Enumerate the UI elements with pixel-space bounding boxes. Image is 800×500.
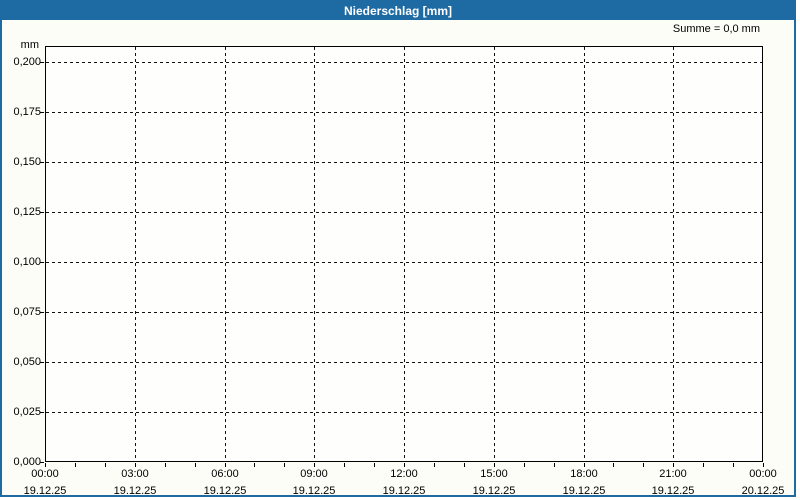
x-axis-tick (434, 463, 435, 467)
gridline-vertical (673, 47, 674, 461)
x-tick-date-label: 20.12.25 (741, 485, 785, 497)
gridline-vertical (225, 47, 226, 461)
x-axis-tick (673, 463, 674, 467)
x-tick-time-label: 21:00 (659, 468, 687, 480)
x-tick-time-label: 00:00 (749, 468, 777, 480)
y-tick-label: 0,200 (13, 56, 41, 68)
y-tick-label: 0,125 (13, 206, 41, 218)
y-tick-label: 0,150 (13, 156, 41, 168)
gridline-vertical (494, 47, 495, 461)
x-axis-tick (284, 463, 285, 467)
x-axis-tick (105, 463, 106, 467)
x-tick-time-label: 18:00 (570, 468, 598, 480)
y-tick-label: 0,175 (13, 106, 41, 118)
x-axis-tick (195, 463, 196, 467)
gridline-vertical (404, 47, 405, 461)
x-tick-date-label: 19.12.25 (651, 485, 695, 497)
x-tick-date-label: 19.12.25 (113, 485, 157, 497)
gridline-vertical (135, 47, 136, 461)
x-axis-tick (404, 463, 405, 467)
x-axis-tick (584, 463, 585, 467)
plot-area (45, 46, 763, 462)
x-axis-tick (494, 463, 495, 467)
x-axis-tick (254, 463, 255, 467)
x-axis-tick (374, 463, 375, 467)
x-axis-tick (613, 463, 614, 467)
window-titlebar: Niederschlag [mm] (2, 2, 794, 20)
x-tick-date-label: 19.12.25 (203, 485, 247, 497)
x-tick-time-label: 15:00 (480, 468, 508, 480)
x-tick-time-label: 12:00 (390, 468, 418, 480)
sum-annotation: Summe = 0,0 mm (672, 23, 760, 35)
x-axis-tick (554, 463, 555, 467)
x-axis-tick (225, 463, 226, 467)
x-axis-tick (344, 463, 345, 467)
chart-panel: Niederschlag [mm] Summe = 0,0 mm mm 0,20… (0, 0, 796, 497)
y-tick-label: 0,050 (13, 356, 41, 368)
x-tick-date-label: 19.12.25 (23, 485, 67, 497)
gridline-vertical (314, 47, 315, 461)
x-axis-tick (165, 463, 166, 467)
x-axis-tick (524, 463, 525, 467)
x-axis-tick (763, 463, 764, 467)
x-tick-date-label: 19.12.25 (472, 485, 516, 497)
x-tick-time-label: 09:00 (300, 468, 328, 480)
gridline-vertical (584, 47, 585, 461)
x-axis-tick (703, 463, 704, 467)
x-tick-time-label: 00:00 (31, 468, 59, 480)
x-axis-tick (643, 463, 644, 467)
x-axis-tick (733, 463, 734, 467)
x-axis-tick (464, 463, 465, 467)
x-axis-tick (75, 463, 76, 467)
x-tick-time-label: 06:00 (211, 468, 239, 480)
chart-title: Niederschlag [mm] (343, 4, 453, 18)
x-tick-date-label: 19.12.25 (382, 485, 426, 497)
x-tick-time-label: 03:00 (121, 468, 149, 480)
x-axis-tick (135, 463, 136, 467)
x-axis-tick (314, 463, 315, 467)
y-axis-unit-label: mm (20, 39, 39, 51)
x-tick-date-label: 19.12.25 (562, 485, 606, 497)
x-tick-date-label: 19.12.25 (292, 485, 336, 497)
y-tick-label: 0,000 (13, 456, 41, 468)
x-axis-tick (45, 463, 46, 467)
y-tick-label: 0,100 (13, 256, 41, 268)
y-tick-label: 0,025 (13, 406, 41, 418)
y-tick-label: 0,075 (13, 306, 41, 318)
